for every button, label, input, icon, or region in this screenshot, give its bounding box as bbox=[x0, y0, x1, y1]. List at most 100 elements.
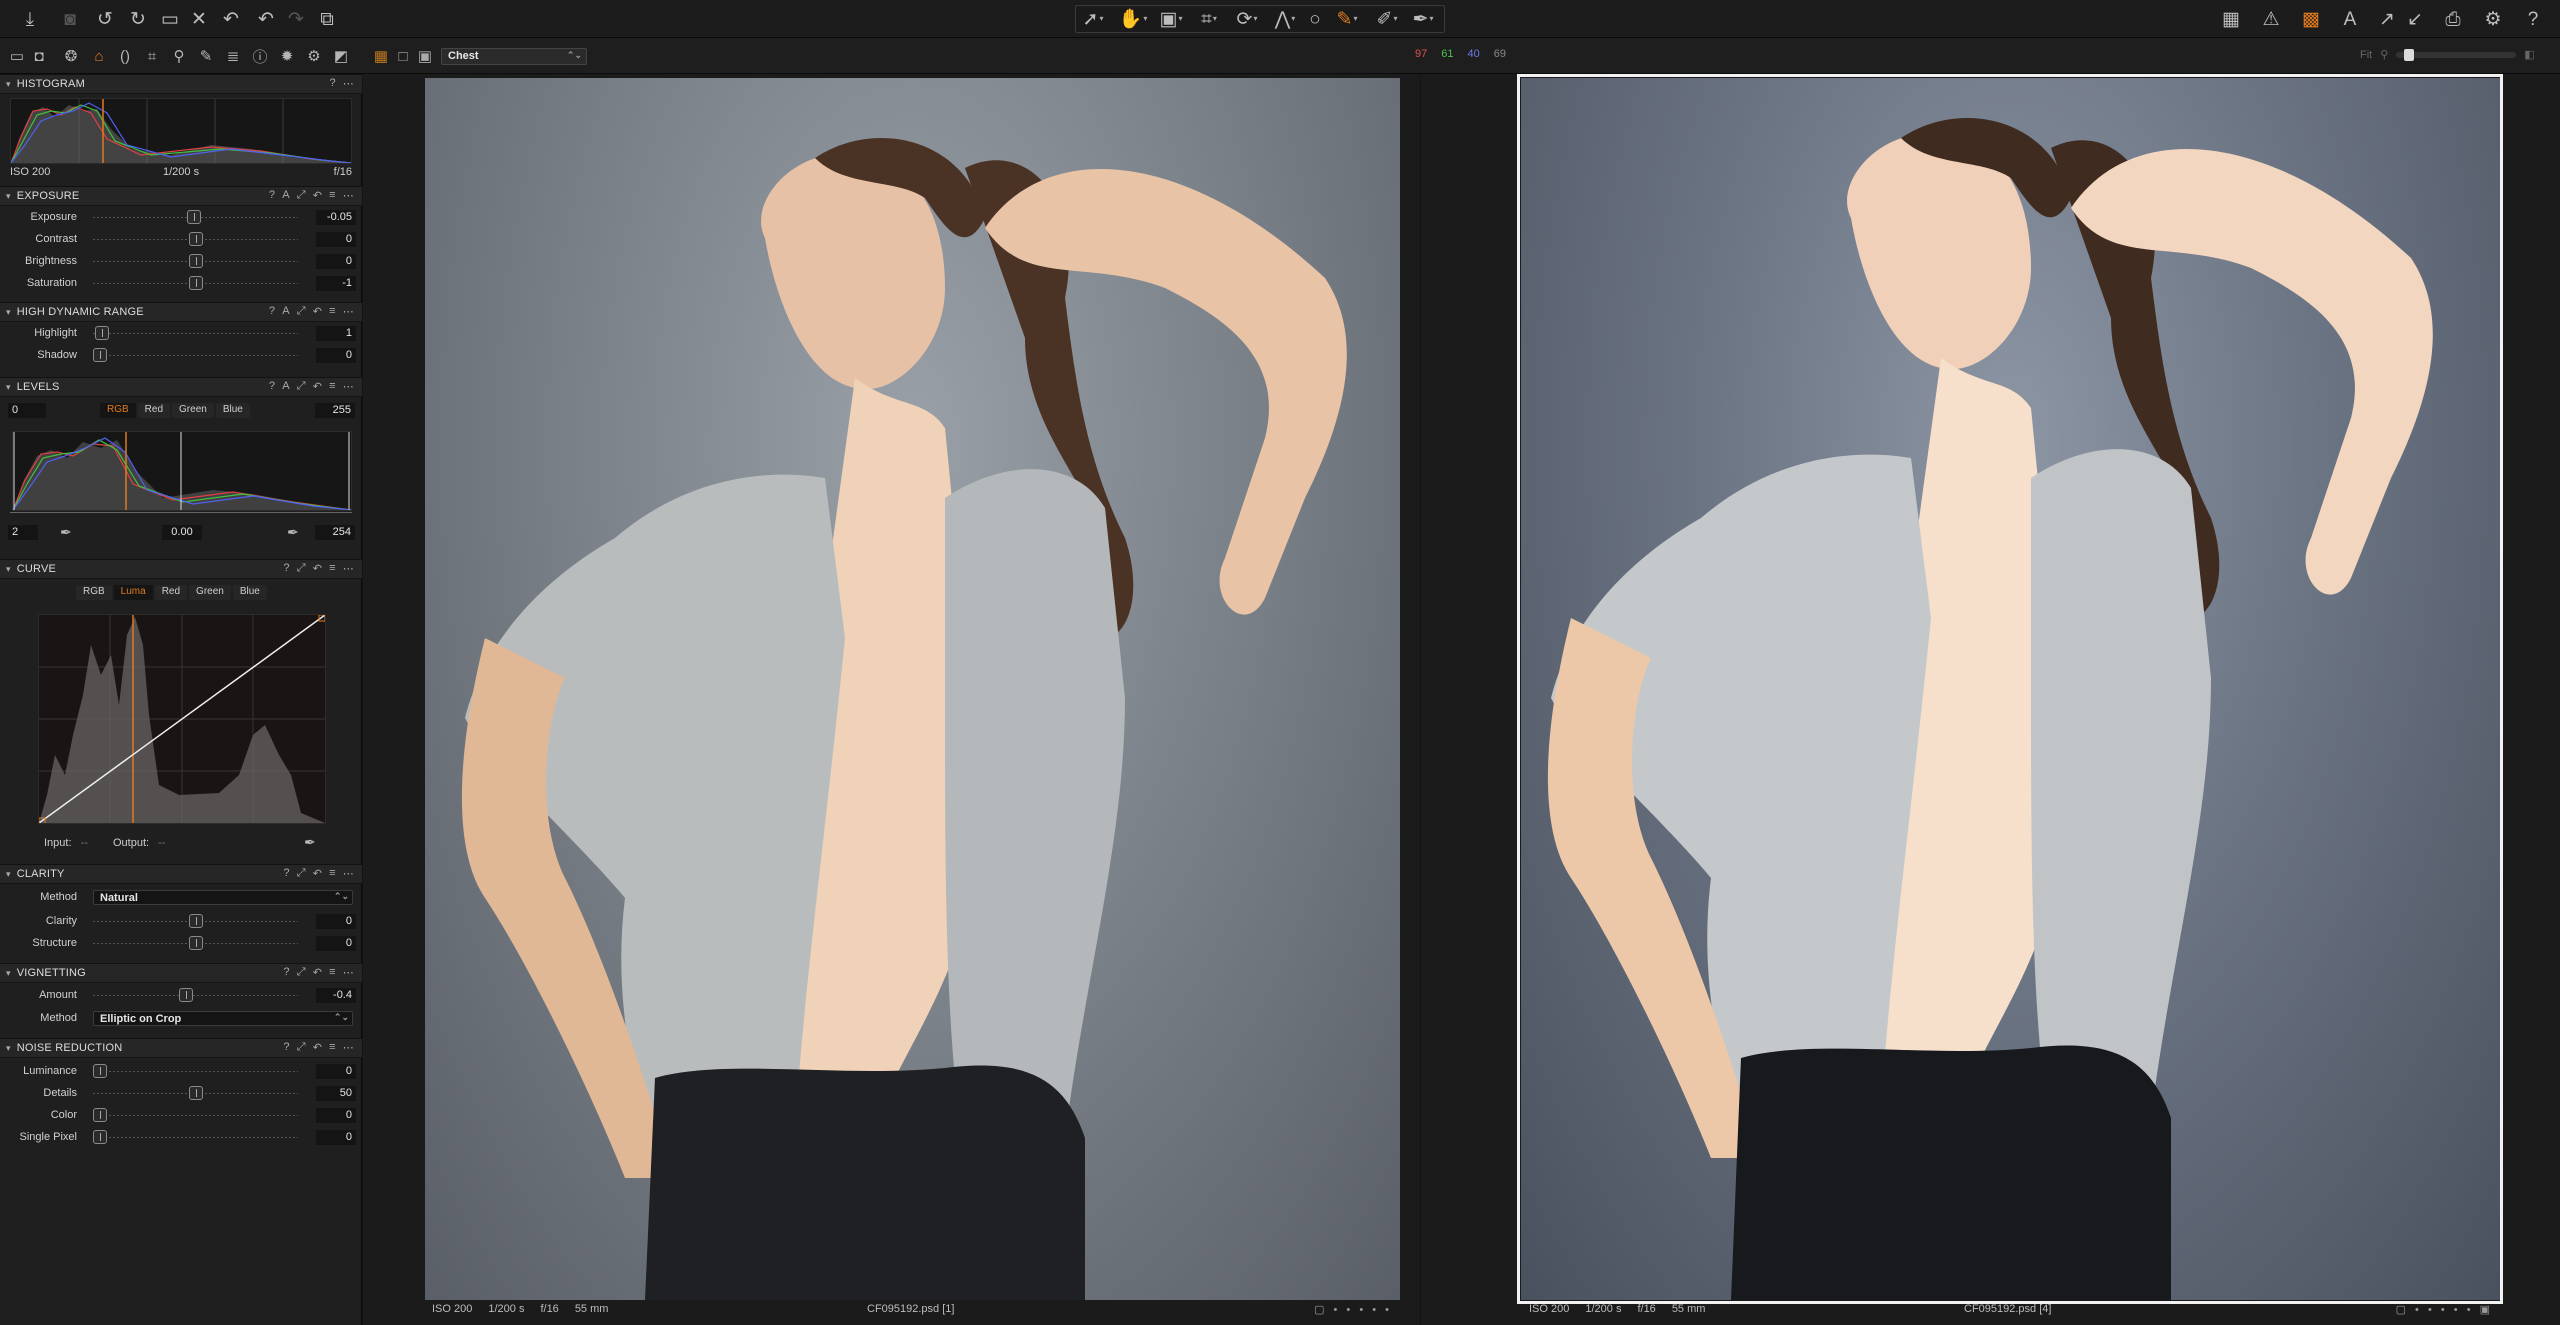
curve-tab-red[interactable]: Red bbox=[154, 585, 188, 600]
curve-tab-blue[interactable]: Blue bbox=[232, 585, 267, 600]
presets-icon[interactable]: ≡ bbox=[329, 380, 336, 393]
contrast-slider-row[interactable]: Contrast 0 bbox=[0, 230, 362, 250]
auto-icon[interactable]: A bbox=[282, 380, 290, 393]
exposure-slider-row[interactable]: Exposure -0.05 bbox=[0, 208, 362, 228]
select-cursor-icon[interactable]: ➚ ▾ bbox=[1080, 6, 1106, 32]
vignetting-method-select[interactable]: Elliptic on Crop ⌃⌄ bbox=[93, 1011, 353, 1026]
reset-icon[interactable]: ↶ bbox=[313, 189, 322, 202]
slider-knob[interactable] bbox=[186, 210, 201, 224]
single-view-icon[interactable]: □ bbox=[392, 45, 414, 67]
settings-icon[interactable]: ⚙ bbox=[2480, 6, 2506, 32]
copy-apply-icon[interactable]: ⤢ bbox=[297, 305, 306, 318]
rating-dots[interactable]: ▢ • • • • • ▣ bbox=[2396, 1303, 2493, 1316]
photo-variant-1[interactable] bbox=[425, 78, 1400, 1300]
slider-knob[interactable] bbox=[93, 1108, 107, 1122]
slider-knob[interactable] bbox=[188, 936, 203, 950]
curve-tab-luma[interactable]: Luma bbox=[113, 585, 153, 600]
undo-icon[interactable]: ↶ bbox=[218, 6, 244, 32]
slider-track[interactable] bbox=[93, 333, 298, 334]
slider-track[interactable] bbox=[93, 1137, 298, 1138]
presets-icon[interactable]: ≡ bbox=[329, 562, 336, 575]
presets-icon[interactable]: ≡ bbox=[329, 867, 336, 880]
more-icon[interactable]: ⋯ bbox=[343, 966, 354, 979]
more-icon[interactable]: ⋯ bbox=[343, 867, 354, 880]
reset-icon[interactable]: ↶ bbox=[313, 966, 322, 979]
curve-tab-green[interactable]: Green bbox=[189, 585, 231, 600]
auto-icon[interactable]: A bbox=[282, 305, 290, 318]
collapse-chevron-icon[interactable]: ▾ bbox=[6, 968, 11, 979]
brush-icon[interactable]: ✎ ▾ bbox=[1334, 6, 1360, 32]
slider-knob[interactable] bbox=[188, 1086, 203, 1100]
erase-icon[interactable]: ✐ ▾ bbox=[1374, 6, 1400, 32]
slider-track[interactable] bbox=[93, 995, 298, 996]
rotate-right-icon[interactable]: ↻ bbox=[125, 6, 151, 32]
slider-knob[interactable] bbox=[188, 914, 203, 928]
pan-hand-icon[interactable]: ✋ ▾ bbox=[1119, 6, 1148, 32]
zoom-slider[interactable] bbox=[2396, 48, 2517, 61]
picker-icon[interactable]: ✒ ▾ bbox=[1410, 6, 1436, 32]
slider-knob[interactable] bbox=[178, 988, 193, 1002]
crop-icon[interactable]: ⌗ ▾ bbox=[1196, 6, 1222, 32]
hdr-header[interactable]: ▾ HIGH DYNAMIC RANGE ? A ⤢ ↶ ≡ ⋯ bbox=[0, 302, 362, 322]
sync-up-icon[interactable]: ↗ bbox=[2374, 6, 2400, 32]
shadow-value-field[interactable]: 0 bbox=[316, 348, 356, 363]
collapse-chevron-icon[interactable]: ▾ bbox=[6, 191, 11, 202]
grid-icon[interactable]: ▩ bbox=[2298, 6, 2324, 32]
vignetting-header[interactable]: ▾ VIGNETTING ? ⤢ ↶ ≡ ⋯ bbox=[0, 963, 362, 983]
structure-value-field[interactable]: 0 bbox=[316, 936, 356, 951]
shadow-slider-row[interactable]: Shadow 0 bbox=[0, 346, 362, 366]
saturation-value-field[interactable]: -1 bbox=[316, 276, 356, 291]
help-icon[interactable]: ? bbox=[283, 966, 289, 979]
text-icon[interactable]: A bbox=[2337, 6, 2363, 32]
clarity-slider-row[interactable]: Clarity 0 bbox=[0, 912, 362, 932]
exposure-tab-icon[interactable]: ⌂ bbox=[88, 45, 110, 67]
capture-tab-icon[interactable]: ◘ bbox=[28, 45, 50, 67]
rotate-left-icon[interactable]: ↺ bbox=[92, 6, 118, 32]
camera-icon[interactable]: ◙ bbox=[57, 6, 83, 32]
brightness-slider-row[interactable]: Brightness 0 bbox=[0, 252, 362, 272]
help-icon[interactable]: ? bbox=[2520, 6, 2546, 32]
more-icon[interactable]: ⋯ bbox=[343, 305, 354, 318]
slider-knob[interactable] bbox=[93, 1130, 107, 1144]
levels-input-low-field[interactable]: 0 bbox=[8, 403, 46, 418]
curve-tab-rgb[interactable]: RGB bbox=[76, 585, 112, 600]
single-pixel-value-field[interactable]: 0 bbox=[316, 1130, 356, 1145]
expand-icon[interactable]: ◧ bbox=[2524, 48, 2534, 61]
contrast-value-field[interactable]: 0 bbox=[316, 232, 356, 247]
more-icon[interactable]: ⋯ bbox=[343, 380, 354, 393]
levels-midtone-field[interactable]: 0.00 bbox=[162, 525, 202, 540]
rotate-tool-icon[interactable]: ⟳ ▾ bbox=[1234, 6, 1260, 32]
more-icon[interactable]: ⋯ bbox=[343, 77, 354, 90]
more-icon[interactable]: ⋯ bbox=[343, 1041, 354, 1054]
copy-apply-icon[interactable]: ⤢ bbox=[297, 189, 306, 202]
noise-reduction-header[interactable]: ▾ NOISE REDUCTION ? ⤢ ↶ ≡ ⋯ bbox=[0, 1038, 362, 1058]
highlight-value-field[interactable]: 1 bbox=[316, 326, 356, 341]
delete-icon[interactable]: ✕ bbox=[186, 6, 212, 32]
slider-track[interactable] bbox=[93, 1071, 298, 1072]
collapse-chevron-icon[interactable]: ▾ bbox=[6, 79, 11, 90]
library-tab-icon[interactable]: ▭ bbox=[6, 45, 28, 67]
exposure-header[interactable]: ▾ EXPOSURE ? A ⤢ ↶ ≡ ⋯ bbox=[0, 186, 362, 206]
presets-icon[interactable]: ≡ bbox=[329, 189, 336, 202]
luminance-value-field[interactable]: 0 bbox=[316, 1064, 356, 1079]
curve-graph[interactable] bbox=[38, 614, 326, 825]
slider-knob[interactable] bbox=[188, 232, 203, 246]
levels-output-high-field[interactable]: 254 bbox=[315, 525, 355, 540]
reset-icon[interactable]: ↶ bbox=[313, 1041, 322, 1054]
single-pixel-slider-row[interactable]: Single Pixel 0 bbox=[0, 1128, 362, 1148]
copy-apply-icon[interactable]: ⤢ bbox=[297, 966, 306, 979]
amount-slider-row[interactable]: Amount -0.4 bbox=[0, 986, 362, 1006]
output-tab-icon[interactable]: ≣ bbox=[222, 45, 244, 67]
clarity-header[interactable]: ▾ CLARITY ? ⤢ ↶ ≡ ⋯ bbox=[0, 864, 362, 884]
workspace-icon[interactable]: ▦ bbox=[2218, 6, 2244, 32]
levels-output-low-field[interactable]: 2 bbox=[8, 525, 38, 540]
adjustments-tab-icon[interactable]: ✹ bbox=[276, 45, 298, 67]
levels-tab-rgb[interactable]: RGB bbox=[100, 403, 136, 418]
details-tab-icon[interactable]: ⚲ bbox=[168, 45, 190, 67]
color-value-field[interactable]: 0 bbox=[316, 1108, 356, 1123]
help-icon[interactable]: ? bbox=[329, 77, 335, 90]
curve-picker-icon[interactable]: ✒ bbox=[304, 834, 316, 851]
brightness-value-field[interactable]: 0 bbox=[316, 254, 356, 269]
levels-tab-green[interactable]: Green bbox=[172, 403, 214, 418]
help-icon[interactable]: ? bbox=[283, 1041, 289, 1054]
